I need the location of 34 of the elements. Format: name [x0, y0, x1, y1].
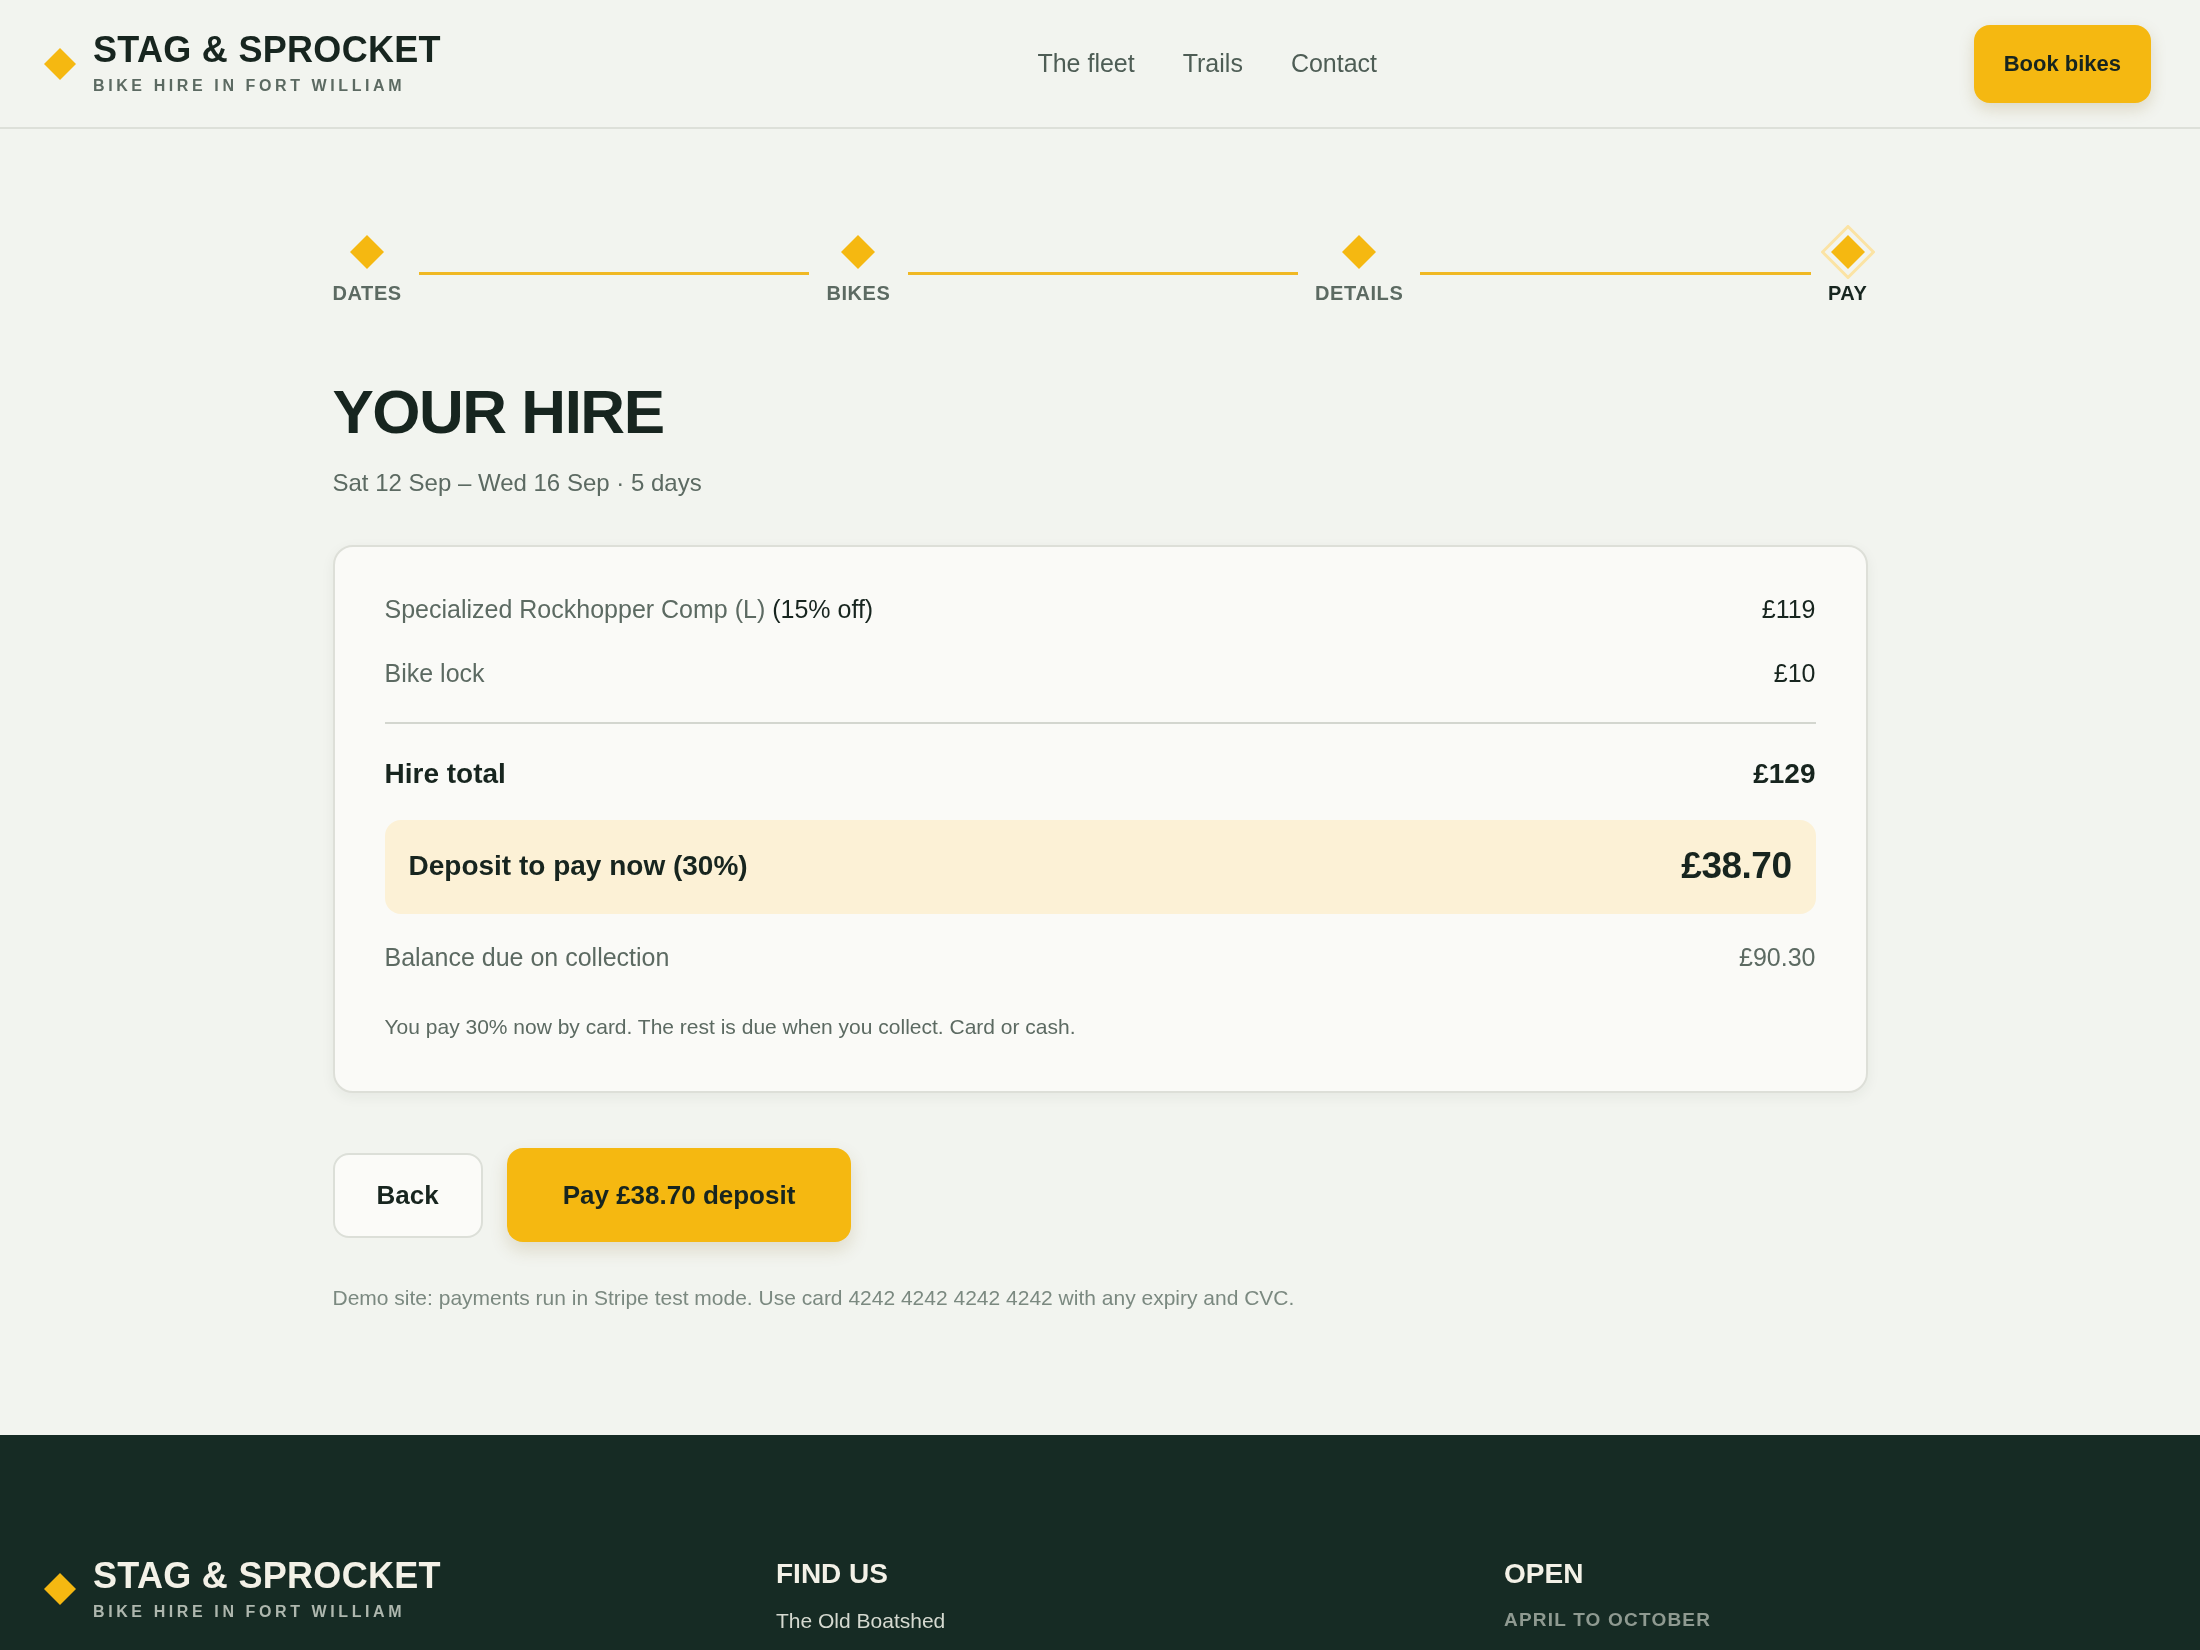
- nav-link[interactable]: Contact: [1290, 44, 1378, 83]
- deposit-amount: £38.70: [1681, 846, 1792, 886]
- diamond-icon: [44, 1573, 76, 1605]
- nav-link[interactable]: Trails: [1182, 44, 1243, 83]
- page-title: YOUR HIRE: [332, 381, 665, 443]
- brand-name: STAG & SPROCKET: [93, 32, 441, 69]
- footer-text: The Old Boatshed: [776, 1607, 947, 1633]
- book-button[interactable]: Book bikes: [1973, 24, 2151, 103]
- item-price: £10: [1773, 658, 1816, 689]
- balance-label: Balance due on collection: [384, 942, 670, 973]
- payment-note: You pay 30% now by card. The rest is due when you collect. Card or cash.: [384, 1014, 1077, 1040]
- total-amount: £129: [1753, 757, 1816, 791]
- hire-dates: Sat 12 Sep – Wed 16 Sep · 5 days: [332, 468, 703, 498]
- demo-note: Demo site: payments run in Stripe test mode. Use card 4242 4242 4242 4242 with any expiry and CVC.: [332, 1285, 1296, 1311]
- brand-tagline: BIKE HIRE IN FORT WILLIAM: [93, 77, 407, 95]
- balance-amount: £90.30: [1739, 942, 1816, 973]
- brand-name: STAG & SPROCKET: [93, 1557, 441, 1594]
- step-label: PAY: [1827, 281, 1868, 305]
- pay-button[interactable]: Pay £38.70 deposit: [506, 1148, 852, 1242]
- item-price: £119: [1761, 594, 1816, 625]
- brand-tagline: BIKE HIRE IN FORT WILLIAM: [93, 1602, 407, 1621]
- diamond-icon: [44, 47, 76, 80]
- footer-caption: APRIL TO OCTOBER: [1504, 1608, 1713, 1632]
- footer-heading: OPEN: [1504, 1559, 1585, 1590]
- step-label: DATES: [332, 281, 402, 305]
- back-button[interactable]: Back: [332, 1152, 483, 1238]
- total-label: Hire total: [384, 757, 506, 791]
- step-label: DETAILS: [1315, 281, 1404, 305]
- nav-link[interactable]: The fleet: [1037, 44, 1135, 83]
- item-name: Bike lock: [384, 658, 485, 689]
- footer-heading: FIND US: [776, 1559, 889, 1590]
- step-label: BIKES: [826, 281, 891, 305]
- item-name: Specialized Rockhopper Comp (L) (15% off): [384, 594, 874, 625]
- deposit-label: Deposit to pay now (30%): [408, 849, 748, 883]
